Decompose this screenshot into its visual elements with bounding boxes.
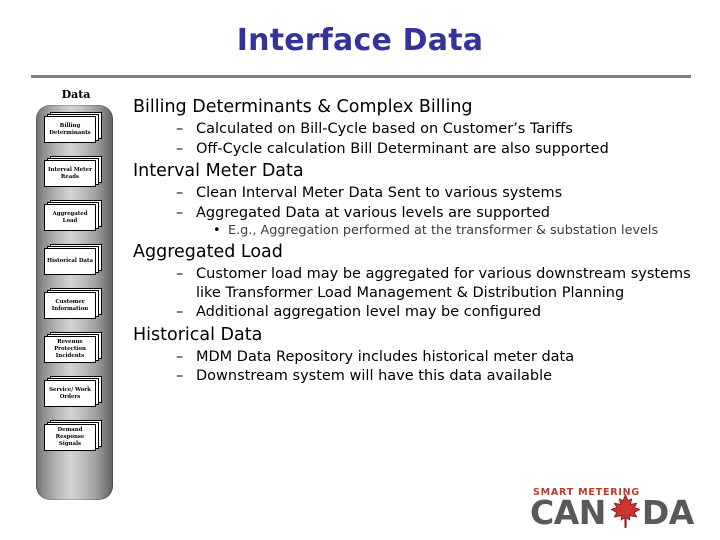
dash-bullet-icon: –	[176, 185, 184, 201]
bullet-text: Off-Cycle calculation Bill Determinant a…	[196, 140, 609, 157]
dot-bullet-icon: •	[213, 223, 221, 238]
section-heading: Historical Data	[133, 324, 263, 345]
bullet-text: Additional aggregation level may be conf…	[196, 304, 542, 320]
section-heading: Interval Meter Data	[133, 161, 304, 181]
sidebar-item-label: Service/ Work Orders	[49, 386, 91, 400]
section-heading: Billing Determinants & Complex Billing	[133, 97, 473, 117]
sidebar-item-service-work-orders[interactable]: Service/ Work Orders	[44, 376, 102, 407]
sidebar-item-aggregated-load[interactable]: Aggregated Load	[44, 200, 102, 231]
sidebar-item-customer-information[interactable]: Customer Information	[44, 288, 102, 319]
logo-word-left: CAN	[530, 493, 606, 532]
bullet-text: Downstream system will have this data av…	[196, 368, 553, 384]
dash-bullet-icon: –	[176, 140, 184, 157]
bullet-level-1: – Aggregated Data at various levels are s…	[133, 204, 703, 223]
smart-metering-canada-logo: SMART METERING CAN DA	[502, 486, 702, 532]
sidebar-item-interval-meter-reads[interactable]: Interval Meter Reads	[44, 156, 102, 187]
dash-bullet-icon: –	[176, 121, 184, 137]
bullet-text: Aggregated Data at various levels are su…	[196, 204, 550, 221]
bullet-level-1: – Off-Cycle calculation Bill Determinant …	[133, 140, 703, 159]
sidebar-item-revenue-protection-incidents[interactable]: Revenue Protection Incidents	[44, 332, 102, 363]
sidebar-item-label: Billing Determinants	[49, 122, 91, 136]
dash-bullet-icon: –	[176, 368, 184, 384]
bullet-text: Customer load may be aggregated for vari…	[196, 266, 691, 301]
sidebar-item-label: Interval Meter Reads	[48, 166, 92, 180]
sidebar-item-label: Demand Response Signals	[55, 427, 85, 447]
slide-body: Billing Determinants & Complex Billing – C…	[133, 96, 703, 388]
bullet-level-1: – Additional aggregation level may be con…	[133, 303, 703, 322]
bullet-level-1: – Customer load may be aggregated for var…	[133, 265, 703, 302]
sidebar-item-label: Customer Information	[51, 298, 89, 312]
dash-bullet-icon: –	[176, 204, 184, 221]
sidebar-title: Data	[61, 88, 91, 101]
sidebar-item-label: Historical Data	[47, 258, 93, 264]
bullet-level-1: – MDM Data Repository includes historical…	[133, 348, 703, 367]
sidebar-item-billing-determinants[interactable]: Billing Determinants	[44, 112, 102, 143]
sidebar-item-demand-response-signals[interactable]: Demand Response Signals	[44, 420, 102, 451]
content-section: Historical Data – MDM Data Repository incl…	[133, 324, 703, 386]
bullet-text: Clean Interval Meter Data Sent to variou…	[196, 185, 563, 201]
bullet-text: E.g., Aggregation performed at the trans…	[228, 223, 659, 238]
dash-bullet-icon: –	[176, 304, 184, 320]
content-section: Aggregated Load – Customer load may be agg…	[133, 241, 703, 322]
content-section: Billing Determinants & Complex Billing – C…	[133, 96, 703, 158]
bullet-text: Calculated on Bill-Cycle based on Custom…	[196, 121, 573, 137]
bullet-level-1: – Clean Interval Meter Data Sent to vario…	[133, 184, 703, 203]
section-heading: Aggregated Load	[133, 242, 283, 262]
dash-bullet-icon: –	[176, 266, 184, 282]
sidebar-item-label: Revenue Protection Incidents	[54, 339, 86, 359]
bullet-level-1: – Downstream system will have this data a…	[133, 367, 703, 386]
sidebar-item-label: Aggregated Load	[52, 210, 88, 224]
page-title: Interface Data	[236, 23, 484, 58]
dash-bullet-icon: –	[176, 348, 184, 365]
logo-word-right: DA	[641, 493, 694, 532]
bullet-level-1: – Calculated on Bill-Cycle based on Custo…	[133, 120, 703, 139]
content-section: Interval Meter Data – Clean Interval Meter…	[133, 160, 703, 239]
bullet-text: MDM Data Repository includes historical …	[196, 348, 575, 365]
data-sidebar: Data Billing Determinants Interval Meter …	[28, 88, 124, 508]
title-divider	[31, 75, 691, 78]
sidebar-item-historical-data[interactable]: Historical Data	[44, 244, 102, 275]
bullet-level-2: • E.g., Aggregation performed at the tran…	[133, 223, 703, 239]
maple-leaf-icon	[610, 494, 641, 528]
